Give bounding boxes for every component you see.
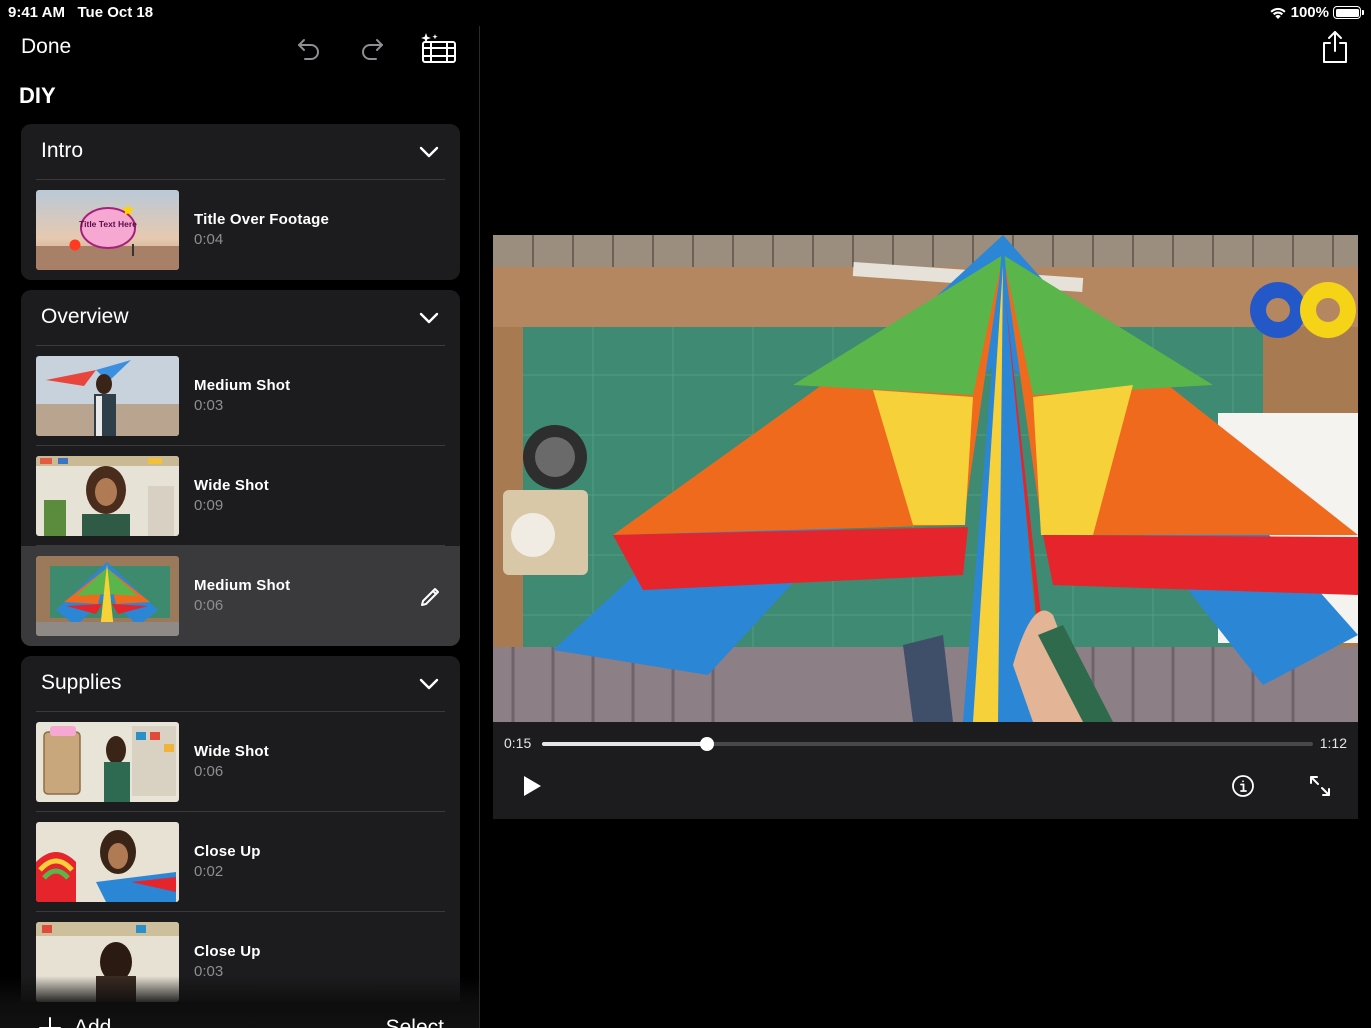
split-divider[interactable] [479, 26, 480, 1028]
chevron-down-icon[interactable] [418, 307, 440, 329]
scrubber-handle[interactable] [699, 737, 714, 751]
project-title: DIY [19, 83, 56, 108]
section-title: Overview [41, 305, 129, 328]
section-header[interactable]: Intro [36, 124, 445, 180]
status-time: 9:41 AM Tue Oct 18 [8, 4, 154, 21]
battery-icon [1333, 6, 1364, 19]
scrubber[interactable] [542, 737, 1313, 751]
clip-duration: 0:09 [194, 497, 224, 514]
section-supplies: Supplies Wide Shot 0:06 Close Up 0:02 Cl… [21, 656, 460, 1002]
wifi-icon [1270, 7, 1286, 19]
sidebar: Done DIY Intro Title Text Here Title Ove… [0, 26, 479, 1028]
section-title: Intro [41, 139, 84, 162]
clip-title: Title Over Footage [194, 211, 330, 228]
clip-thumbnail [36, 722, 179, 802]
clip-thumbnail: Title Text Here [36, 190, 179, 270]
clip-title: Medium Shot [194, 577, 291, 594]
add-button[interactable]: Add [38, 1016, 111, 1028]
chevron-down-icon[interactable] [418, 673, 440, 695]
status-indicators: 100% [1269, 4, 1364, 21]
clip-row[interactable]: Close Up 0:02 [21, 812, 460, 912]
clip-row[interactable]: Wide Shot 0:06 [21, 712, 460, 812]
sidebar-toolbar: Done [0, 26, 479, 72]
clip-duration: 0:04 [194, 231, 224, 248]
clip-row[interactable]: Wide Shot 0:09 [21, 446, 460, 546]
clip-row[interactable]: Medium Shot 0:03 [21, 346, 460, 446]
clip-duration: 0:06 [194, 763, 224, 780]
current-time: 0:15 [504, 735, 532, 751]
section-intro: Intro Title Text Here Title Over Footage… [21, 124, 460, 280]
section-header[interactable]: Overview [36, 290, 445, 346]
thumbnail-title-text: Title Text Here [79, 219, 137, 229]
undo-icon[interactable] [291, 32, 327, 64]
clip-title: Medium Shot [194, 377, 291, 394]
clip-duration: 0:06 [194, 597, 224, 614]
info-icon[interactable] [1231, 774, 1255, 798]
clip-duration: 0:02 [194, 863, 224, 880]
plus-icon [39, 1017, 61, 1028]
select-button[interactable]: Select [386, 1016, 444, 1028]
clip-duration: 0:03 [194, 397, 224, 414]
clip-title: Wide Shot [194, 477, 269, 494]
section-title: Supplies [41, 671, 122, 694]
redo-icon[interactable] [354, 32, 390, 64]
status-bar: 9:41 AM Tue Oct 18 100% [0, 0, 1371, 26]
clip-row[interactable]: Title Text Here Title Over Footage 0:04 [21, 180, 460, 280]
clip-title: Close Up [194, 943, 261, 960]
play-icon[interactable] [520, 774, 544, 798]
clip-thumbnail [36, 456, 179, 536]
clip-row-selected[interactable]: Medium Shot 0:06 [21, 546, 460, 646]
add-label: Add [74, 1016, 112, 1028]
magic-movie-icon[interactable] [418, 32, 460, 64]
video-frame[interactable] [493, 235, 1358, 722]
video-player[interactable]: 0:15 1:12 [493, 235, 1358, 819]
done-button[interactable]: Done [21, 35, 71, 59]
section-overview: Overview Medium Shot 0:03 Wide Shot 0:09… [21, 290, 460, 646]
clip-title: Wide Shot [194, 743, 269, 760]
battery-percent: 100% [1290, 4, 1329, 21]
share-icon[interactable] [1321, 30, 1349, 64]
bottom-bar: Add Select [0, 976, 479, 1028]
scrubber-progress [542, 742, 707, 746]
section-header[interactable]: Supplies [36, 656, 445, 712]
clip-thumbnail [36, 822, 179, 902]
pencil-icon[interactable] [417, 584, 443, 610]
expand-icon[interactable] [1308, 774, 1332, 798]
clip-thumbnail [36, 556, 179, 636]
clip-title: Close Up [194, 843, 261, 860]
clip-thumbnail [36, 356, 179, 436]
total-time: 1:12 [1319, 735, 1347, 751]
chevron-down-icon[interactable] [418, 141, 440, 163]
storyboard-list[interactable]: Intro Title Text Here Title Over Footage… [21, 124, 460, 1002]
